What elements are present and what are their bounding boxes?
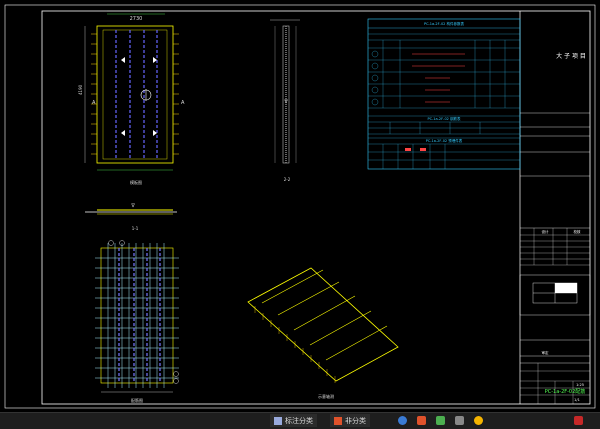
input-method-icon[interactable] <box>574 416 583 425</box>
section-1-1: ∇ 1-1 <box>85 203 177 231</box>
plan-title: 模板图 <box>130 179 142 185</box>
unclassified-button[interactable]: 非分类 <box>330 414 370 427</box>
tables: PC-1a-2F-02 构件参数表 PC-1a-2F-02 钢筋表 PC-1a-… <box>367 18 521 170</box>
table1-title: PC-1a-2F-02 构件参数表 <box>424 21 465 26</box>
volume-icon[interactable] <box>474 416 483 425</box>
rebar-view: 配筋图 <box>95 240 179 403</box>
dim-top-label: 2730 <box>130 16 143 22</box>
settings-icon[interactable] <box>455 416 464 425</box>
app-icon[interactable] <box>436 416 445 425</box>
page-number: 1/1 <box>574 398 580 402</box>
section-1-label: 1-1 <box>132 226 139 231</box>
checker-label: 校核 <box>574 229 582 234</box>
classify-button[interactable]: 标注分类 <box>270 414 317 427</box>
taskbar: 标注分类 非分类 <box>0 412 600 429</box>
designer-label: 设计 <box>542 229 550 234</box>
iso-title: 示意轴测 <box>318 393 334 399</box>
table3-title: PC-1a-2F-02 预埋件表 <box>426 138 463 143</box>
dim-side-label: 4190 <box>78 84 83 95</box>
cad-canvas[interactable]: 2730 4190 A A 模板图 ∇ 2-2 ∇ 1-1 配筋图 示意轴测 P… <box>0 0 600 428</box>
drawing-sheet: 2730 4190 A A 模板图 ∇ 2-2 ∇ 1-1 配筋图 示意轴测 P… <box>4 4 596 409</box>
notification-icon[interactable] <box>417 416 426 425</box>
title-block: 大 子 项 目 设计 校核 审定 1:25 PC-1a-2F-02配筋 1/1 <box>519 52 591 404</box>
iso-view: 示意轴测 <box>247 267 399 399</box>
network-icon[interactable] <box>398 416 407 425</box>
svg-text:A: A <box>92 100 96 106</box>
section-2-label: 2-2 <box>284 177 291 182</box>
approver-label: 审定 <box>542 350 550 355</box>
classify-button-label: 标注分类 <box>285 416 313 425</box>
folder-icon <box>334 416 342 425</box>
svg-text:A: A <box>181 100 185 106</box>
unclassified-button-label: 非分类 <box>345 416 366 425</box>
scale-value: 1:25 <box>576 383 584 387</box>
drawing-number: PC-1a-2F-02配筋 <box>545 388 586 395</box>
plan-view: 2730 4190 A A 模板图 <box>78 10 185 185</box>
tag-icon <box>274 416 282 425</box>
section-2-2: ∇ 2-2 <box>270 19 300 182</box>
svg-text:∇: ∇ <box>130 203 135 209</box>
table2-title: PC-1a-2F-02 钢筋表 <box>427 116 461 121</box>
rebar-title: 配筋图 <box>131 397 143 403</box>
svg-text:∇: ∇ <box>283 99 288 105</box>
project-name: 大 子 项 目 <box>556 52 586 60</box>
